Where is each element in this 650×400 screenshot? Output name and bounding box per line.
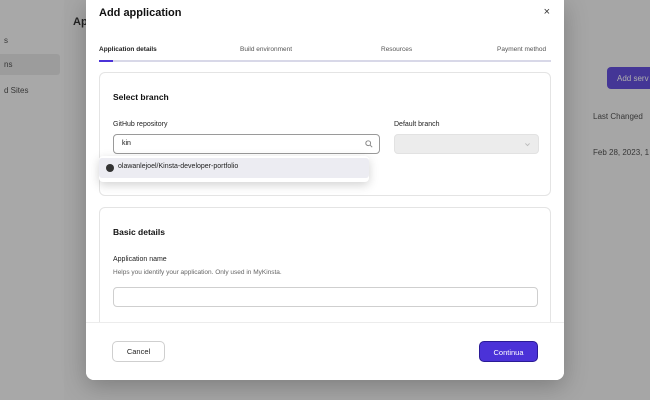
- stepper: Application details Build environment Re…: [99, 46, 551, 64]
- cancel-button[interactable]: Cancel: [112, 341, 165, 362]
- basic-details-card: Basic details Application name Helps you…: [99, 207, 551, 322]
- github-repository-value: kin: [122, 140, 131, 147]
- default-branch-select: [394, 134, 539, 154]
- step-payment-method: Payment method: [497, 46, 547, 53]
- default-branch-label: Default branch: [394, 121, 440, 128]
- modal-header: Add application ×: [86, 0, 564, 28]
- progress-track: [99, 60, 551, 62]
- application-name-label: Application name: [113, 256, 167, 263]
- close-icon[interactable]: ×: [544, 6, 550, 18]
- search-icon: [365, 140, 373, 148]
- application-name-helper: Helps you identify your application. Onl…: [113, 269, 282, 276]
- section-title: Select branch: [113, 92, 169, 102]
- application-name-input[interactable]: [113, 287, 538, 307]
- add-application-modal: Add application × Application details Bu…: [86, 0, 564, 380]
- modal-footer: Cancel Continua: [86, 322, 564, 380]
- chevron-down-icon: [525, 143, 530, 147]
- step-application-details: Application details: [99, 46, 157, 53]
- continue-button[interactable]: Continua: [479, 341, 538, 362]
- section-title: Basic details: [113, 227, 165, 237]
- github-repository-label: GitHub repository: [113, 121, 168, 128]
- progress-fill: [99, 60, 113, 62]
- modal-body[interactable]: Select branch GitHub repository kin Defa…: [86, 66, 564, 322]
- modal-title: Add application: [99, 7, 182, 19]
- repository-dropdown: olawanlejoel/Kinsta-developer-portfolio: [99, 156, 369, 182]
- github-repository-input[interactable]: kin: [113, 134, 380, 154]
- step-resources: Resources: [381, 46, 413, 53]
- step-build-environment: Build environment: [240, 46, 293, 53]
- dropdown-option-label: olawanlejoel/Kinsta-developer-portfolio: [118, 163, 239, 170]
- github-icon: [106, 164, 114, 172]
- dropdown-option[interactable]: olawanlejoel/Kinsta-developer-portfolio: [99, 158, 369, 178]
